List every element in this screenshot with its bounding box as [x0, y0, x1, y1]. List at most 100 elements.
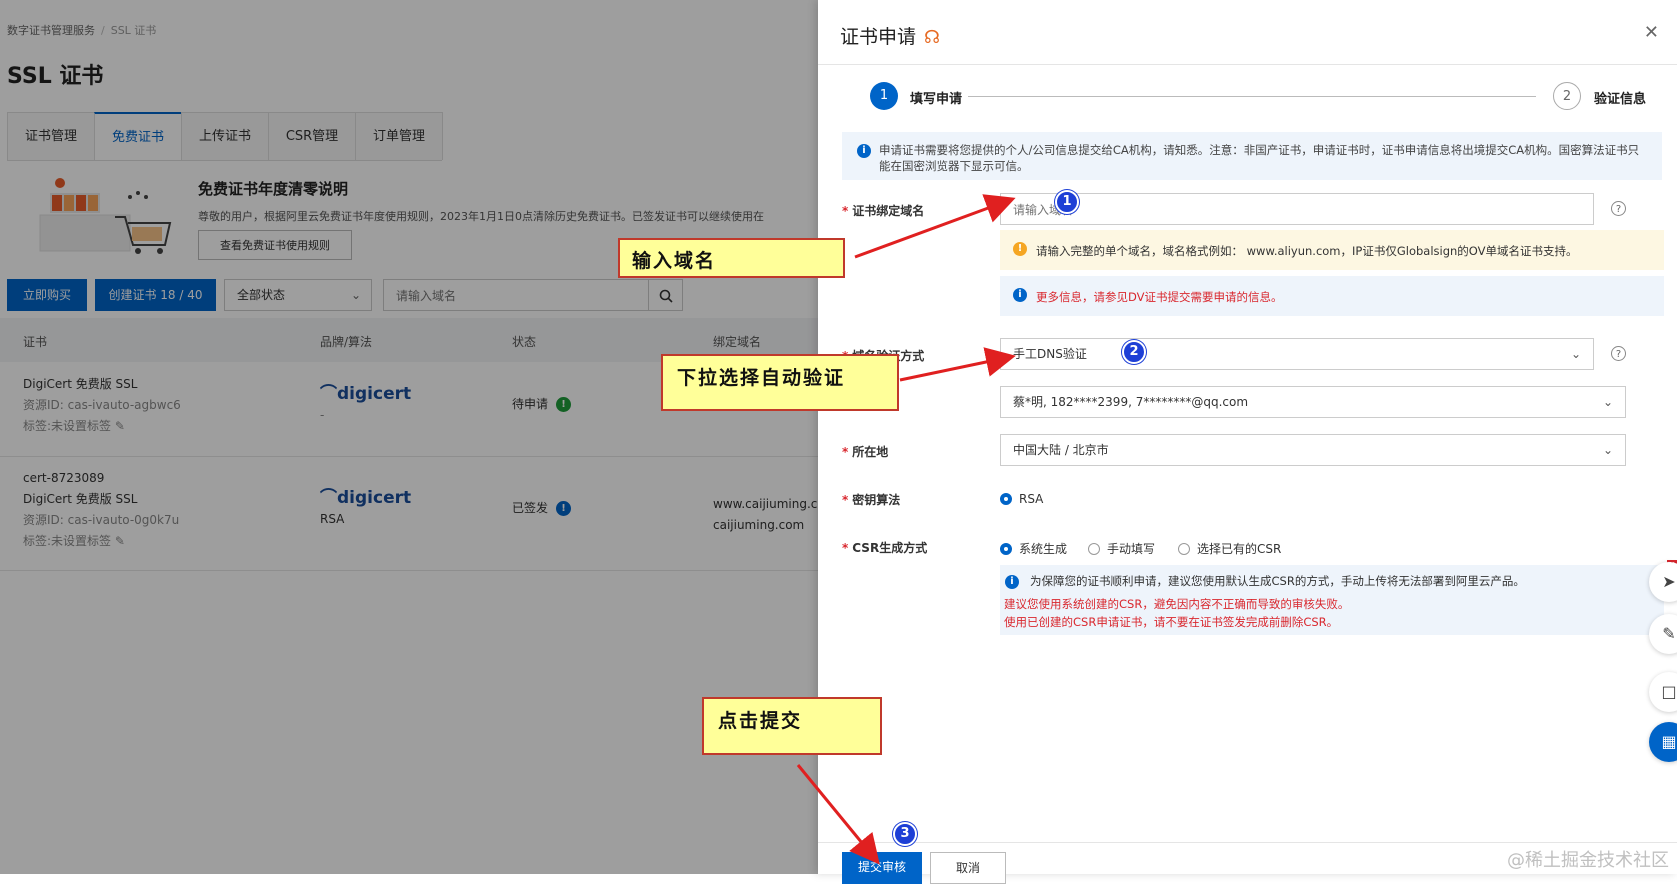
info-alert: i 申请证书需要将您提供的个人/公司信息提交给CA机构，请知悉。注意：非国产证书… [842, 132, 1662, 180]
info-icon: i [1013, 288, 1027, 302]
location-select[interactable]: 中国大陆 / 北京市 ⌄ [1000, 434, 1626, 466]
domain-search [383, 279, 683, 312]
radio-icon [1178, 542, 1190, 555]
digicert-logo: ⌒digicert [320, 488, 412, 508]
info-text: 申请证书需要将您提供的个人/公司信息提交给CA机构，请知悉。注意：非国产证书，申… [879, 143, 1640, 173]
help-icon[interactable]: ? [1611, 201, 1626, 216]
breadcrumb: 数字证书管理服务 / SSL 证书 [7, 22, 156, 38]
tag-label[interactable]: 标签:未设置标签 ✎ [23, 531, 179, 552]
edit-icon[interactable]: ✎ [115, 419, 125, 433]
chevron-down-icon: ⌄ [1602, 443, 1613, 457]
status-info-icon[interactable]: ! [556, 397, 572, 412]
status-cell: 已签发! [512, 498, 572, 519]
status-select-value: 全部状态 [237, 288, 286, 302]
cancel-button[interactable]: 取消 [930, 852, 1006, 884]
callout-enter-domain: 输入域名 [618, 238, 845, 278]
step-1-circle: 1 [870, 82, 898, 110]
breadcrumb-current: SSL 证书 [110, 24, 157, 37]
csr-info-2: 建议您使用系统创建的CSR，避免因内容不正确而导致的审核失败。 [1004, 597, 1350, 611]
chevron-down-icon: ⌄ [1570, 347, 1581, 361]
domain-search-input[interactable] [384, 280, 653, 312]
col-brand: 品牌/算法 [320, 335, 373, 349]
warning-text: 请输入完整的单个域名，域名格式例如： www.aliyun.com，IP证书仅G… [1036, 244, 1578, 258]
view-rules-button[interactable]: 查看免费证书使用规则 [198, 230, 352, 260]
chevron-down-icon: ⌄ [1602, 395, 1613, 409]
csr-manual-radio[interactable]: 手动填写 [1088, 540, 1155, 557]
domain-label: * 证书绑定域名 [842, 204, 925, 218]
digicert-logo: ⌒digicert [320, 384, 412, 404]
cert-name[interactable]: DigiCert 免费版 SSL [23, 374, 181, 395]
radio-checked-icon [1000, 492, 1012, 505]
callout-select-verify: 下拉选择自动验证 [661, 354, 899, 411]
buy-now-button[interactable]: 立即购买 [7, 279, 87, 311]
status-info-icon[interactable]: ! [556, 501, 572, 516]
notice-title: 免费证书年度清零说明 [198, 180, 349, 198]
table-row: cert-8723089 DigiCert 免费版 SSL 资源ID: cas-… [0, 456, 818, 571]
cert-id[interactable]: cert-8723089 [23, 468, 179, 489]
status-text: 待申请 [512, 397, 549, 411]
contact-value: 蔡*明, 182****2399, 7********@qq.com [1013, 395, 1249, 409]
verify-method-select[interactable]: 手工DNS验证 ⌄ [1000, 338, 1594, 370]
csr-info-3: 使用已创建的CSR申请证书，请不要在证书签发完成前删除CSR。 [1004, 615, 1339, 629]
edit-tool-icon[interactable]: ✎ [1649, 614, 1677, 654]
domain-field [1000, 193, 1594, 226]
more-info-link[interactable]: 更多信息，请参见DV证书提交需要申请的信息。 [1036, 289, 1283, 305]
tab-csr-management[interactable]: CSR管理 [268, 112, 356, 160]
step-marker-3: 3 [893, 822, 917, 846]
algorithm: RSA [320, 512, 345, 526]
status-cell: 待申请! [512, 394, 572, 415]
radio-icon [1088, 542, 1100, 555]
col-cert: 证书 [23, 335, 48, 349]
csr-system-radio[interactable]: 系统生成 [1000, 540, 1067, 557]
create-cert-button[interactable]: 创建证书 18 / 40 [95, 279, 216, 311]
digicert-mark-icon: ⌒ [320, 488, 337, 508]
csr-info-1: 为保障您的证书顺利申请，建议您使用默认生成CSR的方式，手动上传将无法部署到阿里… [1030, 574, 1525, 588]
footer-divider [818, 842, 1677, 843]
tab-bar: 证书管理 免费证书 上传证书 CSR管理 订单管理 [7, 112, 443, 161]
rsa-radio[interactable]: RSA [1000, 492, 1043, 506]
radio-checked-icon [1000, 542, 1012, 555]
chat-tool-icon[interactable]: □ [1649, 672, 1677, 712]
shopping-cart-illustration-icon [39, 178, 172, 254]
verify-method-value: 手工DNS验证 [1013, 347, 1087, 361]
tab-order-management[interactable]: 订单管理 [355, 112, 443, 160]
edit-icon[interactable]: ✎ [115, 534, 125, 548]
notice-text: 尊敬的用户，根据阿里云免费证书年度使用规则，2023年1月1日0点清除历史免费证… [198, 210, 764, 223]
status-text: 已签发 [512, 501, 549, 515]
step-marker-1: 1 [1055, 190, 1079, 214]
apps-tool-icon[interactable]: ▦ [1649, 722, 1677, 762]
key-algo-label: * 密钥算法 [842, 493, 901, 507]
col-status: 状态 [512, 335, 537, 349]
help-icon[interactable]: ? [1611, 346, 1626, 361]
contact-select[interactable]: 蔡*明, 182****2399, 7********@qq.com ⌄ [1000, 386, 1626, 418]
bound-domain: caijiuming.com [713, 518, 805, 532]
cert-name: DigiCert 免费版 SSL [23, 492, 138, 506]
search-icon [659, 289, 673, 303]
console-page: 数字证书管理服务 / SSL 证书 SSL 证书 证书管理 免费证书 上传证书 CS… [0, 0, 818, 874]
location-value: 中国大陆 / 北京市 [1013, 443, 1109, 457]
search-button[interactable] [648, 280, 682, 310]
headset-icon[interactable]: ☊ [924, 27, 940, 48]
tab-free-cert[interactable]: 免费证书 [94, 112, 182, 160]
domain-info-link-box: i 更多信息，请参见DV证书提交需要申请的信息。 [1000, 276, 1664, 316]
breadcrumb-parent[interactable]: 数字证书管理服务 [7, 24, 95, 37]
step-2-label: 验证信息 [1594, 92, 1647, 107]
location-label: * 所在地 [842, 445, 889, 459]
warning-icon: ! [1013, 242, 1027, 256]
status-select[interactable]: 全部状态 ⌄ [224, 279, 372, 311]
divider [818, 64, 1677, 65]
csr-label: * CSR生成方式 [842, 541, 928, 555]
watermark: @稀土掘金技术社区 [1507, 850, 1669, 871]
chevron-down-icon: ⌄ [350, 288, 361, 302]
domain-input[interactable] [1001, 194, 1578, 226]
submit-review-button[interactable]: 提交审核 [842, 852, 922, 884]
resource-id: 资源ID: cas-ivauto-0g0k7u [23, 513, 180, 527]
step-connector [968, 96, 1536, 97]
tab-cert-management[interactable]: 证书管理 [7, 112, 95, 160]
tab-upload-cert[interactable]: 上传证书 [181, 112, 269, 160]
tag-label[interactable]: 标签:未设置标签 ✎ [23, 416, 181, 437]
csr-existing-radio[interactable]: 选择已有的CSR [1178, 540, 1281, 557]
close-icon[interactable]: ✕ [1644, 22, 1659, 43]
info-icon: i [857, 144, 871, 158]
drawer-title: 证书申请 ☊ [840, 26, 941, 48]
